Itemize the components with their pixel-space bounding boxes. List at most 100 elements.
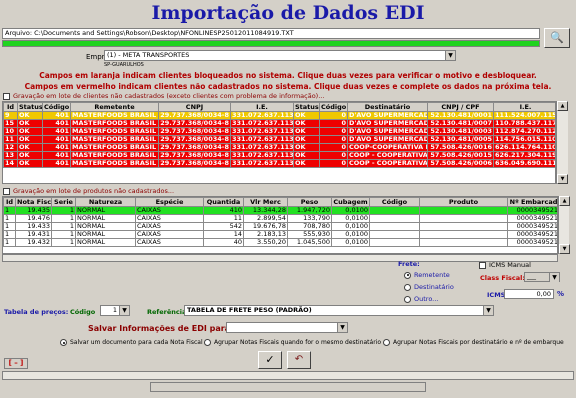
table-row[interactable]: 1 19.476 1 NORMAL CAIXAS 11 2.899,54 133,790 0,0… bbox=[3, 214, 557, 223]
column-header[interactable]: Código bbox=[42, 102, 71, 112]
salvar-select[interactable]: ▼ bbox=[226, 322, 348, 333]
table-cell bbox=[369, 238, 420, 247]
frete-radio-outro[interactable]: Outro... bbox=[404, 295, 438, 303]
products-grid[interactable]: Id Nota Fisc Serie Natureza Espécie Quantida V… bbox=[2, 196, 558, 254]
column-header[interactable]: Status bbox=[17, 102, 43, 112]
icms-percent-sign: % bbox=[557, 290, 565, 298]
salvar-option-group-destinatario[interactable]: Agrupar Notas Fiscais quando for o mesmo… bbox=[204, 339, 381, 346]
batch-save-products-checkbox[interactable]: Gravação em lote de produtos não cadastr… bbox=[3, 187, 174, 195]
table-row[interactable]: 11 OK 401 MASTERFOODS BRASIL 29.737.368/0034… bbox=[3, 135, 555, 144]
column-header[interactable]: Nº Embarcad bbox=[507, 197, 557, 207]
chevron-down-icon[interactable]: ▼ bbox=[119, 306, 129, 315]
column-header[interactable]: Espécie bbox=[135, 197, 204, 207]
table-cell: 9 bbox=[3, 111, 18, 120]
column-header[interactable]: Produto bbox=[419, 197, 508, 207]
chevron-down-icon[interactable]: ▼ bbox=[445, 51, 455, 60]
salvar-label: Salvar Informações de EDI para: bbox=[88, 324, 234, 333]
table-cell: 29.737.368/0034-8 bbox=[158, 151, 231, 160]
file-path-bar: Arquivo: C:\Documents and Settings\Robso… bbox=[2, 28, 540, 39]
table-row[interactable]: 1 19.432 1 NORMAL CAIXAS 40 3.550,20 1.045,500 0… bbox=[3, 238, 557, 247]
column-header[interactable]: I.E. bbox=[230, 102, 294, 112]
undo-icon: ↶ bbox=[294, 354, 304, 365]
scroll-down-icon[interactable]: ▼ bbox=[559, 244, 570, 254]
column-header[interactable]: Peso bbox=[287, 197, 332, 207]
table-row[interactable]: 14 OK 401 MASTERFOODS BRASIL 29.737.368/0034… bbox=[3, 159, 555, 168]
salvar-option-group-embarque[interactable]: Agrupar Notas Fiscais por destinatário e… bbox=[383, 339, 564, 346]
column-header[interactable]: Cubagem bbox=[331, 197, 370, 207]
radio-icon[interactable] bbox=[404, 295, 411, 303]
icms-manual-checkbox[interactable]: ICMS Manual bbox=[479, 261, 531, 269]
table-cell: 0,0100 bbox=[331, 214, 370, 223]
table-cell: 3.550,20 bbox=[243, 238, 288, 247]
checkbox-box[interactable] bbox=[479, 261, 486, 269]
column-header[interactable]: Serie bbox=[51, 197, 76, 207]
column-header[interactable]: CNPJ bbox=[158, 102, 231, 112]
codigo-select[interactable]: 1 ▼ bbox=[100, 305, 130, 316]
empresa-select[interactable]: (1) - META TRANSPORTES ▼ bbox=[104, 50, 456, 61]
scroll-up-icon[interactable]: ▲ bbox=[559, 196, 570, 206]
column-header[interactable]: Nota Fisc bbox=[15, 197, 52, 207]
clients-vertical-scrollbar[interactable]: ▲ ▼ bbox=[556, 101, 568, 184]
table-cell: MASTERFOODS BRASIL bbox=[70, 111, 159, 120]
table-cell: MASTERFOODS BRASIL bbox=[70, 127, 159, 136]
table-row[interactable]: 12 OK 401 MASTERFOODS BRASIL 29.737.368/0034… bbox=[3, 143, 555, 152]
table-cell: OK bbox=[293, 127, 320, 136]
table-row[interactable]: 1 19.433 1 NORMAL CAIXAS 542 19.676,78 708,780 0… bbox=[3, 222, 557, 231]
frete-option-label: Remetente bbox=[414, 271, 450, 279]
column-header[interactable]: Natureza bbox=[75, 197, 136, 207]
column-header[interactable]: Status bbox=[293, 102, 320, 112]
table-cell: 2.183,13 bbox=[243, 230, 288, 239]
column-header[interactable]: Remetente bbox=[70, 102, 159, 112]
radio-icon[interactable] bbox=[383, 339, 390, 346]
checkbox-box[interactable] bbox=[3, 187, 10, 195]
column-header[interactable]: Código bbox=[319, 102, 348, 112]
radio-icon[interactable] bbox=[404, 283, 411, 291]
table-row[interactable]: 1 19.435 1 NORMAL CAIXAS 410 13.344,28 1.947,72… bbox=[3, 206, 557, 215]
products-horizontal-scrollbar[interactable] bbox=[2, 254, 558, 262]
table-row[interactable]: 13 OK 401 MASTERFOODS BRASIL 29.737.368/0034… bbox=[3, 151, 555, 160]
referencia-label: Referência bbox=[147, 308, 187, 316]
table-cell bbox=[419, 230, 508, 239]
frete-radio-remetente[interactable]: Remetente bbox=[404, 271, 450, 279]
chevron-down-icon[interactable]: ▼ bbox=[483, 306, 493, 315]
codigo-value: 1 bbox=[112, 306, 117, 314]
column-header[interactable]: Vlr Merc bbox=[243, 197, 288, 207]
products-vertical-scrollbar[interactable]: ▲ ▼ bbox=[558, 196, 570, 254]
column-header[interactable]: Código bbox=[369, 197, 420, 207]
column-header[interactable]: Id bbox=[3, 197, 16, 207]
class-fiscal-select[interactable]: ___ ▼ bbox=[524, 272, 560, 282]
checkbox-box[interactable] bbox=[3, 92, 10, 100]
table-row[interactable]: 1 19.431 1 NORMAL CAIXAS 14 2.183,13 555,930 0,0… bbox=[3, 230, 557, 239]
column-header[interactable]: Quantida bbox=[203, 197, 244, 207]
chevron-down-icon[interactable]: ▼ bbox=[337, 323, 347, 332]
search-file-button[interactable]: 🔍 bbox=[544, 28, 570, 48]
table-cell: CAIXAS bbox=[135, 230, 204, 239]
chevron-down-icon[interactable]: ▼ bbox=[549, 273, 559, 282]
table-row[interactable]: 15 OK 401 MASTERFOODS BRASIL 29.737.368/0034… bbox=[3, 119, 555, 128]
radio-icon[interactable] bbox=[60, 339, 67, 346]
scroll-up-icon[interactable]: ▲ bbox=[557, 101, 568, 111]
radio-icon[interactable] bbox=[204, 339, 211, 346]
column-header[interactable]: CNPJ / CPF bbox=[427, 102, 494, 112]
collapse-button[interactable]: [ – ] bbox=[4, 358, 28, 369]
scroll-down-icon[interactable]: ▼ bbox=[557, 174, 568, 184]
icms-input[interactable]: 0,00 bbox=[504, 289, 554, 299]
salvar-option-per-nota[interactable]: Salvar um documento para cada Nota Fisca… bbox=[60, 339, 203, 346]
frete-radio-destinatario[interactable]: Destinatário bbox=[404, 283, 454, 291]
confirm-button[interactable]: ✓ bbox=[258, 351, 282, 369]
radio-icon[interactable] bbox=[404, 271, 411, 279]
clients-grid[interactable]: Id Status Código Remetente CNPJ I.E. Status Cód… bbox=[2, 101, 556, 184]
table-row[interactable]: 9 OK 401 MASTERFOODS BRASIL 29.737.368/0034-… bbox=[3, 111, 555, 120]
referencia-select[interactable]: TABELA DE FRETE PESO (PADRÃO) ▼ bbox=[184, 305, 494, 316]
table-cell bbox=[369, 206, 420, 215]
table-cell bbox=[419, 222, 508, 231]
table-cell: 401 bbox=[42, 127, 71, 136]
batch-save-clients-checkbox[interactable]: Gravação em lote de clientes não cadastr… bbox=[3, 92, 324, 100]
column-header[interactable]: Destinatário bbox=[347, 102, 428, 112]
table-row[interactable]: 10 OK 401 MASTERFOODS BRASIL 29.737.368/0034… bbox=[3, 127, 555, 136]
table-cell: 19.435 bbox=[15, 206, 52, 215]
undo-button[interactable]: ↶ bbox=[287, 351, 311, 369]
column-header[interactable]: Id bbox=[3, 102, 18, 112]
column-header[interactable]: I.E. bbox=[493, 102, 555, 112]
table-cell: 1 bbox=[3, 206, 16, 215]
